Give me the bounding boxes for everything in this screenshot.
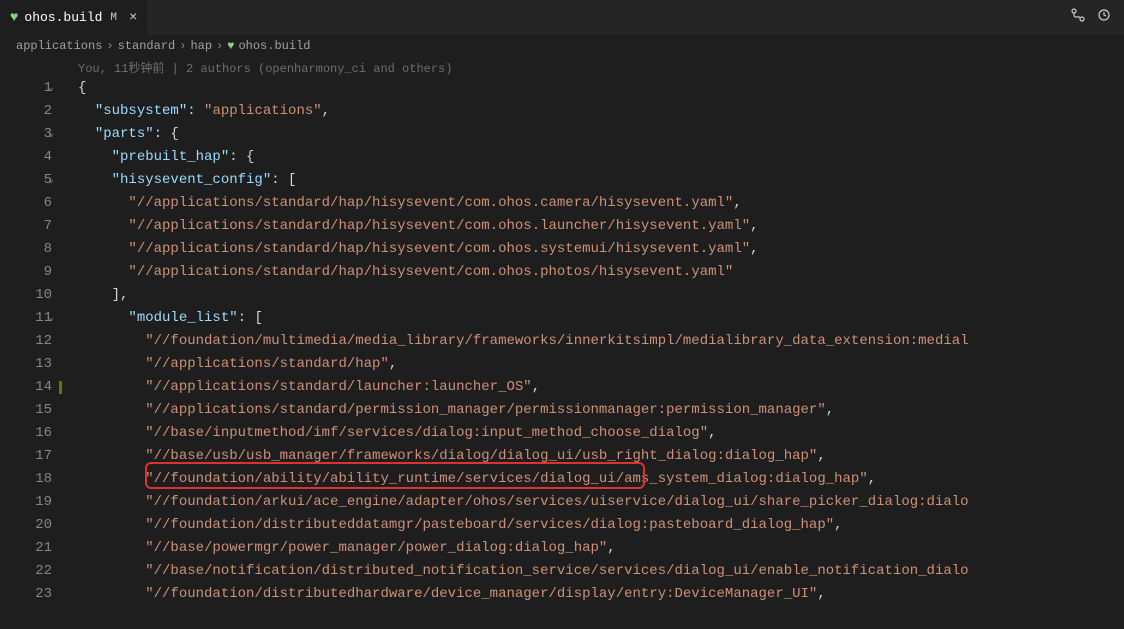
line-number: 6: [0, 192, 52, 215]
line-number: 14: [0, 376, 52, 399]
line-number-gutter: 1⌄23⌄45⌄67891011⌄12131415161718192021222…: [0, 77, 66, 606]
tab-group: ♥ ohos.build M ×: [0, 0, 148, 35]
code-line[interactable]: "//foundation/arkui/ace_engine/adapter/o…: [78, 491, 1124, 514]
heart-icon: ♥: [227, 39, 234, 53]
code-line[interactable]: "//applications/standard/launcher:launch…: [78, 376, 1124, 399]
code-line[interactable]: "subsystem": "applications",: [78, 100, 1124, 123]
tab-bar: ♥ ohos.build M ×: [0, 0, 1124, 35]
line-number: 13: [0, 353, 52, 376]
compare-icon[interactable]: [1070, 7, 1086, 28]
line-number: 2: [0, 100, 52, 123]
line-number: 1⌄: [0, 77, 52, 100]
code-line[interactable]: "//base/usb/usb_manager/frameworks/dialo…: [78, 445, 1124, 468]
code-line[interactable]: "//applications/standard/permission_mana…: [78, 399, 1124, 422]
chevron-right-icon: ›: [216, 39, 223, 53]
line-number: 8: [0, 238, 52, 261]
breadcrumb-item[interactable]: standard: [118, 39, 176, 53]
line-number: 7: [0, 215, 52, 238]
modified-badge: M: [110, 12, 117, 24]
breadcrumb-item[interactable]: applications: [16, 39, 102, 53]
line-number: 12: [0, 330, 52, 353]
modified-gutter-mark: [59, 381, 62, 394]
chevron-right-icon: ›: [179, 39, 186, 53]
fold-chevron-icon[interactable]: ⌄: [48, 123, 54, 146]
close-icon[interactable]: ×: [129, 10, 137, 26]
line-number: 9: [0, 261, 52, 284]
editor-tab[interactable]: ♥ ohos.build M ×: [0, 0, 148, 35]
line-number: 11⌄: [0, 307, 52, 330]
fold-chevron-icon[interactable]: ⌄: [48, 169, 54, 192]
breadcrumb-item[interactable]: ohos.build: [238, 39, 310, 53]
tab-filename: ohos.build: [24, 10, 102, 25]
line-number: 22: [0, 560, 52, 583]
code-line[interactable]: "prebuilt_hap": {: [78, 146, 1124, 169]
code-line[interactable]: "//applications/standard/hap/hisysevent/…: [78, 261, 1124, 284]
git-blame-annotation: You, 11秒钟前 | 2 authors (openharmony_ci a…: [0, 57, 1124, 77]
chevron-right-icon: ›: [106, 39, 113, 53]
code-line[interactable]: "//foundation/distributeddatamgr/pastebo…: [78, 514, 1124, 537]
code-line[interactable]: "//base/notification/distributed_notific…: [78, 560, 1124, 583]
line-number: 23: [0, 583, 52, 606]
line-number: 4: [0, 146, 52, 169]
line-number: 20: [0, 514, 52, 537]
code-line[interactable]: "parts": {: [78, 123, 1124, 146]
code-editor[interactable]: 1⌄23⌄45⌄67891011⌄12131415161718192021222…: [0, 77, 1124, 606]
code-line[interactable]: "//foundation/ability/ability_runtime/se…: [78, 468, 1124, 491]
line-number: 15: [0, 399, 52, 422]
fold-chevron-icon[interactable]: ⌄: [48, 77, 54, 100]
code-line[interactable]: "//foundation/distributedhardware/device…: [78, 583, 1124, 606]
line-number: 17: [0, 445, 52, 468]
code-line[interactable]: "//foundation/multimedia/media_library/f…: [78, 330, 1124, 353]
code-line[interactable]: {: [78, 77, 1124, 100]
more-icon[interactable]: [1096, 7, 1112, 28]
fold-chevron-icon[interactable]: ⌄: [48, 307, 54, 330]
line-number: 3⌄: [0, 123, 52, 146]
code-line[interactable]: "//applications/standard/hap/hisysevent/…: [78, 192, 1124, 215]
breadcrumb-item[interactable]: hap: [190, 39, 212, 53]
line-number: 21: [0, 537, 52, 560]
code-line[interactable]: "hisysevent_config": [: [78, 169, 1124, 192]
code-line[interactable]: "//applications/standard/hap/hisysevent/…: [78, 215, 1124, 238]
line-number: 18: [0, 468, 52, 491]
line-number: 16: [0, 422, 52, 445]
breadcrumb[interactable]: applications › standard › hap › ♥ ohos.b…: [0, 35, 1124, 57]
editor-actions: [1070, 7, 1124, 28]
heart-icon: ♥: [10, 10, 18, 26]
code-line[interactable]: "//base/powermgr/power_manager/power_dia…: [78, 537, 1124, 560]
code-line[interactable]: "//applications/standard/hap/hisysevent/…: [78, 238, 1124, 261]
line-number: 5⌄: [0, 169, 52, 192]
code-content[interactable]: { "subsystem": "applications", "parts": …: [66, 77, 1124, 606]
code-line[interactable]: ],: [78, 284, 1124, 307]
code-line[interactable]: "module_list": [: [78, 307, 1124, 330]
code-line[interactable]: "//base/inputmethod/imf/services/dialog:…: [78, 422, 1124, 445]
line-number: 10: [0, 284, 52, 307]
code-line[interactable]: "//applications/standard/hap",: [78, 353, 1124, 376]
line-number: 19: [0, 491, 52, 514]
